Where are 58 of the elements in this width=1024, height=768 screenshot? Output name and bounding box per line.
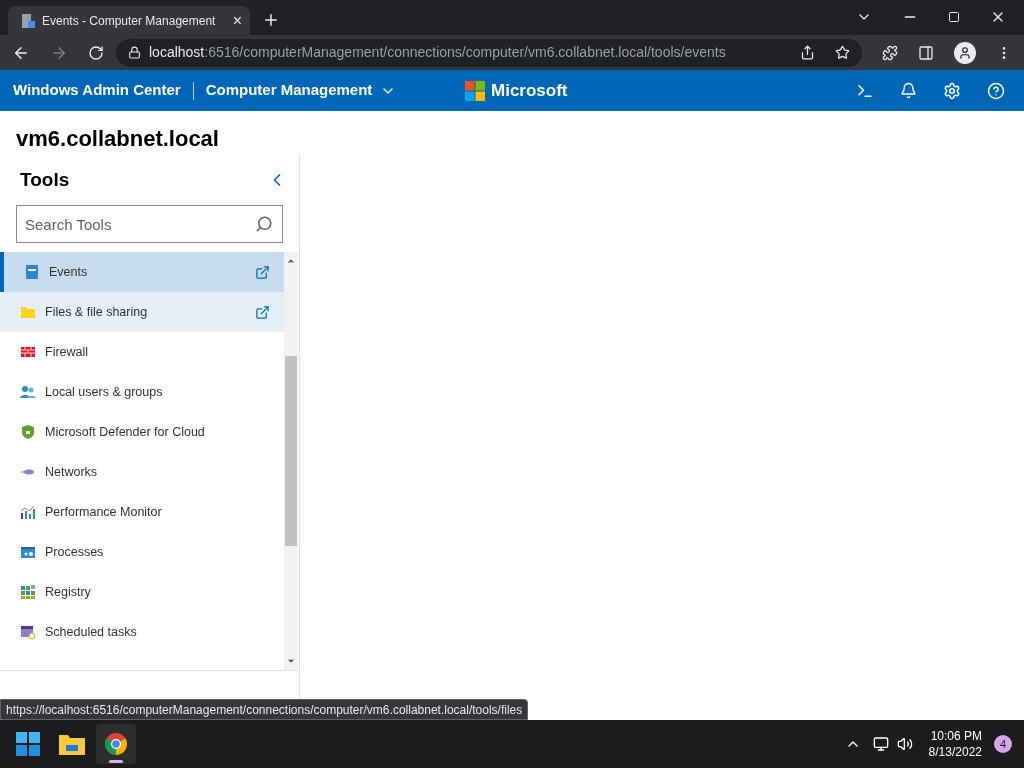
folder-icon — [20, 304, 36, 320]
reload-icon[interactable] — [88, 44, 104, 61]
search-icon[interactable] — [255, 215, 273, 233]
clock-date[interactable]: 8/13/2022 — [928, 744, 982, 760]
scroll-up-icon[interactable] — [286, 256, 296, 266]
brand-name: Microsoft — [491, 79, 568, 102]
search-field[interactable]: Search Tools — [16, 205, 283, 243]
side-panel-icon[interactable] — [918, 44, 934, 61]
users-icon — [20, 384, 36, 400]
tab-close-button[interactable]: × — [232, 8, 242, 33]
tab-title: Events - Computer Management — [42, 12, 217, 30]
tool-item[interactable]: Local users & groups — [0, 372, 284, 412]
restore-icon[interactable] — [948, 11, 960, 23]
notification-count[interactable]: 4 — [994, 735, 1012, 753]
server-icon — [20, 12, 36, 29]
open-external-icon[interactable] — [255, 304, 270, 320]
tools-title: Tools — [20, 167, 70, 192]
book-icon — [24, 264, 40, 280]
window-gears-icon — [20, 544, 36, 560]
tool-item[interactable]: Networks — [0, 452, 284, 492]
tool-item[interactable]: Registry — [0, 572, 284, 612]
address-field[interactable]: localhost:6516/computerManagement/connections/computer/vm6.collabnet.local/tools/events — [116, 38, 862, 67]
browser-tab[interactable]: Events - Computer Management × — [8, 6, 250, 35]
logo-icon — [465, 80, 485, 101]
scrollbar[interactable] — [284, 252, 298, 670]
bookmark-icon[interactable] — [835, 45, 850, 60]
taskbar-app[interactable] — [96, 724, 136, 764]
folder-icon — [59, 733, 85, 755]
notifications-icon[interactable] — [900, 82, 917, 99]
url-text: localhost:6516/computerManagement/connections/computer/vm6.collabnet.local/tools/events — [149, 43, 727, 62]
blocks-icon — [20, 584, 36, 600]
product-name[interactable]: Windows Admin Center — [13, 79, 181, 102]
tool-item[interactable]: Processes — [0, 532, 284, 572]
brick-wall-icon — [20, 344, 36, 360]
tool-selector[interactable]: Computer Management — [205, 79, 397, 102]
extensions-icon[interactable] — [882, 44, 898, 61]
shield-icon — [20, 424, 36, 440]
scroll-down-icon[interactable] — [286, 656, 296, 666]
tool-item[interactable]: Files & file sharing — [0, 292, 284, 332]
calendar-clock-icon — [20, 624, 36, 640]
clock-time[interactable]: 10:06 PM — [930, 728, 982, 744]
share-icon[interactable] — [800, 45, 815, 60]
tool-item[interactable]: Scheduled tasks — [0, 612, 284, 652]
tool-item[interactable]: Events — [0, 252, 284, 292]
page-title: vm6.collabnet.local — [15, 125, 220, 153]
tool-item[interactable]: Performance Monitor — [0, 492, 284, 532]
bar-chart-icon — [20, 504, 36, 520]
profile-icon[interactable] — [954, 41, 976, 64]
browser-icon — [104, 732, 128, 756]
tool-item[interactable]: Microsoft Defender for Cloud — [0, 412, 284, 452]
help-icon[interactable] — [987, 81, 1005, 100]
volume-icon[interactable] — [896, 736, 913, 752]
start-icon — [16, 732, 40, 756]
new-tab-icon[interactable] — [262, 11, 280, 29]
lock-icon — [128, 46, 141, 59]
tool-item[interactable]: Firewall — [0, 332, 284, 372]
open-external-icon[interactable] — [255, 264, 270, 280]
settings-icon[interactable] — [943, 81, 961, 100]
